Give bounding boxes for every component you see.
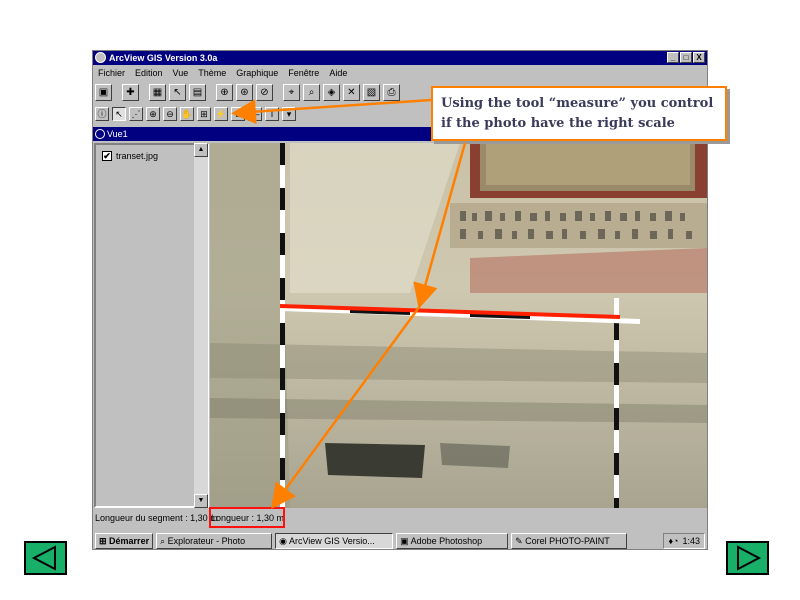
menu-graphique[interactable]: Graphique: [236, 66, 278, 80]
draw-tool[interactable]: ▾: [282, 107, 296, 121]
start-button[interactable]: ⊞ Démarrer: [95, 532, 154, 549]
find-button[interactable]: ⌖: [283, 83, 300, 101]
view-title: Vue1: [107, 129, 128, 139]
map-view[interactable]: [210, 143, 707, 508]
segment-length-readout: Longueur du segment : 1,30 m: [95, 513, 218, 523]
button-bar: ▣ ✚ ▦ ↖ ▤ ⊕ ⊛ ⊘ ⌖ ⌕ ◈ ✕ ▧ ⎙: [95, 81, 400, 103]
menu-edition[interactable]: Edition: [135, 66, 163, 80]
triangle-right-icon: [737, 545, 762, 571]
tray-icons[interactable]: ♦◔: [668, 534, 678, 548]
triangle-left-icon: [31, 545, 56, 571]
line-tool[interactable]: —: [248, 107, 262, 121]
windows-taskbar: ⊞ Démarrer ⌕ Explorateur - Photo ◉ ArcVi…: [93, 531, 707, 550]
query-button[interactable]: ⌕: [303, 83, 320, 101]
menu-fenetre[interactable]: Fenêtre: [288, 66, 319, 80]
theme-name: transet.jpg: [116, 151, 159, 161]
scroll-up-icon[interactable]: ▲: [194, 143, 208, 157]
chart-button[interactable]: ✕: [343, 83, 360, 101]
length-readout-highlight: [209, 507, 285, 528]
tool-bar: ⓘ ↖ ⋰ ⊕ ⊖ ✋ ⊞ ⚡ a — T ▾: [95, 105, 296, 123]
measure-tool[interactable]: ⊞: [197, 107, 211, 121]
theme-entry[interactable]: ✔ transet.jpg: [102, 151, 158, 161]
measure-callout: Using the tool “measure” you control if …: [431, 86, 727, 141]
system-tray: ♦◔ 1:43: [663, 532, 705, 549]
status-bar: Longueur du segment : 1,30 m Longueur : …: [93, 510, 707, 526]
print-button[interactable]: ⎙: [383, 83, 400, 101]
next-slide-button[interactable]: [726, 541, 769, 575]
maximize-button[interactable]: □: [680, 52, 692, 63]
menu-fichier[interactable]: Fichier: [98, 66, 125, 80]
pointer-tool[interactable]: ↖: [112, 107, 126, 121]
zoom-in-tool[interactable]: ⊕: [146, 107, 160, 121]
table-of-contents: ✔ transet.jpg: [94, 143, 209, 508]
pan-tool[interactable]: ✋: [180, 107, 194, 121]
callout-text: Using the tool “measure” you control if …: [441, 96, 714, 131]
window-titlebar[interactable]: ArcView GIS Version 3.0a _ □ X: [93, 51, 707, 65]
view-icon: [95, 129, 105, 139]
task-arcview[interactable]: ◉ ArcView GIS Versio...: [275, 532, 394, 549]
table-button[interactable]: ▦: [149, 83, 166, 101]
scroll-down-icon[interactable]: ▼: [194, 494, 208, 508]
task-photoshop[interactable]: ▣ Adobe Photoshop: [396, 532, 509, 549]
task-explorer[interactable]: ⌕ Explorateur - Photo: [156, 532, 273, 549]
menu-bar: Fichier Edition Vue Thème Graphique Fenê…: [93, 66, 707, 80]
menu-vue[interactable]: Vue: [173, 66, 189, 80]
photo-image: [210, 143, 707, 508]
hotlink-tool[interactable]: ⚡: [214, 107, 228, 121]
add-theme-button[interactable]: ✚: [122, 83, 139, 101]
menu-aide[interactable]: Aide: [329, 66, 347, 80]
clock: 1:43: [682, 535, 700, 546]
zoom-out-tool[interactable]: ⊖: [163, 107, 177, 121]
properties-button[interactable]: ▤: [189, 83, 206, 101]
save-button[interactable]: ▣: [95, 83, 112, 101]
window-controls: _ □ X: [667, 52, 705, 63]
zoom-full-button[interactable]: ⊕: [216, 83, 233, 101]
identify-tool[interactable]: ⓘ: [95, 107, 109, 121]
vertex-tool[interactable]: ⋰: [129, 107, 143, 121]
task-photopaint[interactable]: ✎ Corel PHOTO-PAINT: [511, 532, 628, 549]
menu-theme[interactable]: Thème: [198, 66, 226, 80]
toc-scrollbar[interactable]: ▲ ▼: [194, 143, 208, 508]
close-button[interactable]: X: [693, 52, 705, 63]
window-title: ArcView GIS Version 3.0a: [109, 53, 218, 63]
zoom-select-button[interactable]: ⊘: [256, 83, 273, 101]
arcview-icon: [95, 52, 106, 63]
previous-slide-button[interactable]: [24, 541, 67, 575]
minimize-button[interactable]: _: [667, 52, 679, 63]
zoom-active-button[interactable]: ⊛: [236, 83, 253, 101]
locate-button[interactable]: ◈: [323, 83, 340, 101]
label-tool[interactable]: a: [231, 107, 245, 121]
theme-checkbox[interactable]: ✔: [102, 151, 112, 161]
select-button[interactable]: ↖: [169, 83, 186, 101]
layout-button[interactable]: ▧: [363, 83, 380, 101]
start-label: Démarrer: [109, 535, 150, 546]
text-tool[interactable]: T: [265, 107, 279, 121]
